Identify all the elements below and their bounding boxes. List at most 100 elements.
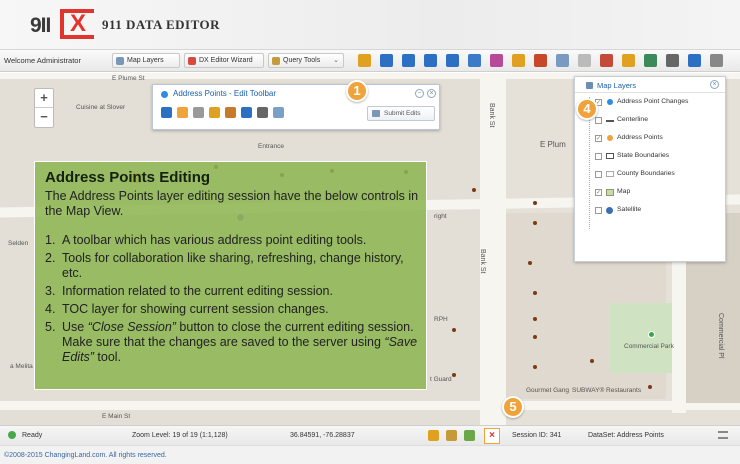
map-label-e-plume-top: E Plume St <box>112 75 145 82</box>
logo-911: 9II <box>30 14 51 37</box>
map-layers-label: Map Layers <box>127 57 164 64</box>
close-icon[interactable]: × <box>710 80 719 89</box>
zoom-out-button[interactable]: − <box>35 108 53 127</box>
info-icon[interactable] <box>688 54 701 67</box>
layer-label: Satellite <box>617 206 642 213</box>
info-item-number: 3. <box>45 284 56 298</box>
status-ready: Ready <box>22 432 43 439</box>
map-label-selden: Selden <box>8 240 29 247</box>
print-icon[interactable] <box>666 54 679 67</box>
address-point[interactable] <box>533 291 537 295</box>
dx-editor-wizard-label: DX Editor Wizard <box>199 57 253 64</box>
layer-checkbox[interactable] <box>595 171 602 178</box>
address-point[interactable] <box>648 385 652 389</box>
history-icon[interactable] <box>273 107 284 118</box>
map-label-subway: SUBWAY® Restaurants <box>572 387 642 394</box>
layer-label: Map <box>617 188 631 195</box>
text-icon[interactable] <box>534 54 547 67</box>
address-point[interactable] <box>528 261 532 265</box>
zoom-in-button[interactable]: + <box>35 89 53 108</box>
map-label-entrance: Entrance <box>258 143 285 150</box>
address-point[interactable] <box>533 201 537 205</box>
copyright-text: ©2008-2015 ChangingLand.com. All rights … <box>4 452 167 459</box>
layer-checkbox[interactable] <box>595 207 602 214</box>
map-label-commercial-pl: Commercial Pl <box>717 313 724 359</box>
address-point[interactable] <box>533 221 537 225</box>
satellite-symbol-icon <box>606 207 614 214</box>
layer-label: County Boundaries <box>617 170 675 177</box>
info-item-text: Tools for collaboration like sharing, re… <box>62 251 404 280</box>
address-point[interactable] <box>472 188 476 192</box>
address-point[interactable] <box>533 365 537 369</box>
layer-checkbox[interactable] <box>595 117 602 124</box>
identify-icon[interactable] <box>600 54 613 67</box>
edit-icon[interactable] <box>622 54 635 67</box>
address-point[interactable] <box>533 317 537 321</box>
zoom-out-icon[interactable] <box>402 54 415 67</box>
edit-toolbar-title: Address Points - Edit Toolbar <box>173 89 277 98</box>
park-marker-icon[interactable] <box>648 331 655 338</box>
info-list: 1. A toolbar which has various address po… <box>45 233 425 368</box>
footer: ©2008-2015 ChangingLand.com. All rights … <box>0 445 740 464</box>
zoom-in-icon[interactable] <box>380 54 393 67</box>
welcome-text: Welcome Administrator <box>4 56 81 65</box>
commercial-park-area <box>610 303 672 373</box>
layer-checkbox[interactable]: ✓ <box>595 189 602 196</box>
info-list-item: 2. Tools for collaboration like sharing, … <box>45 251 425 281</box>
refresh-icon[interactable] <box>464 430 475 441</box>
move-point-icon[interactable] <box>193 107 204 118</box>
close-session-emphasis: “Close Session” <box>87 320 176 334</box>
edit-attributes-icon[interactable] <box>209 107 220 118</box>
callout-4: 4 <box>576 98 598 120</box>
menu-icon[interactable] <box>710 54 723 67</box>
info-item-number: 2. <box>45 251 56 265</box>
info-item-number: 1. <box>45 233 56 247</box>
zoom-prev-icon[interactable] <box>424 54 437 67</box>
ready-icon <box>8 431 16 439</box>
query-tools-button[interactable]: Query Tools ⌄ <box>268 53 344 68</box>
address-point[interactable] <box>590 359 594 363</box>
dx-editor-wizard-button[interactable]: DX Editor Wizard <box>184 53 264 68</box>
address-point[interactable] <box>452 328 456 332</box>
point-changes-symbol-icon <box>606 99 614 106</box>
map-label-e-plum: E Plum <box>540 140 566 149</box>
full-extent-icon[interactable] <box>468 54 481 67</box>
app-window: 9II X 911 DATA EDITOR Welcome Administra… <box>0 0 740 464</box>
select-icon[interactable] <box>556 54 569 67</box>
map-label-bank-st-top: Bank St <box>488 103 495 128</box>
status-bar: Ready Zoom Level: 19 of 19 (1:1,128) 36.… <box>0 425 740 445</box>
clear-icon[interactable] <box>578 54 591 67</box>
address-point[interactable] <box>452 373 456 377</box>
app-header: 9II X 911 DATA EDITOR <box>0 0 740 50</box>
measure-icon[interactable] <box>490 54 503 67</box>
layer-checkbox[interactable]: ✓ <box>595 135 602 142</box>
close-icon[interactable]: × <box>427 89 436 98</box>
save-edits-icon[interactable] <box>241 107 252 118</box>
draw-icon[interactable] <box>512 54 525 67</box>
share-icon[interactable] <box>428 430 439 441</box>
info-intro: The Address Points layer editing session… <box>45 189 419 218</box>
close-session-button[interactable]: × <box>484 428 500 444</box>
delete-point-icon[interactable] <box>225 107 236 118</box>
app-title: 911 DATA EDITOR <box>102 17 221 32</box>
layer-label: State Boundaries <box>617 152 670 159</box>
minimize-icon[interactable]: − <box>415 89 424 98</box>
lock-icon[interactable] <box>446 430 457 441</box>
add-point-icon[interactable] <box>177 107 188 118</box>
address-point[interactable] <box>533 335 537 339</box>
layer-icon[interactable] <box>358 54 371 67</box>
info-list-item: 3. Information related to the current edi… <box>45 284 425 299</box>
menu-icon[interactable] <box>718 431 728 439</box>
layer-checkbox[interactable] <box>595 153 602 160</box>
map-symbol-icon <box>606 189 614 196</box>
undo-icon[interactable] <box>257 107 268 118</box>
submit-edits-button[interactable]: Submit Edits <box>367 106 435 121</box>
layers-icon <box>116 57 124 65</box>
zoom-control: + − <box>34 88 54 128</box>
locate-icon[interactable] <box>644 54 657 67</box>
zoom-next-icon[interactable] <box>446 54 459 67</box>
state-boundaries-symbol-icon <box>606 153 614 160</box>
address-points-symbol-icon <box>606 135 614 142</box>
map-layers-button[interactable]: Map Layers <box>112 53 180 68</box>
select-point-icon[interactable] <box>161 107 172 118</box>
